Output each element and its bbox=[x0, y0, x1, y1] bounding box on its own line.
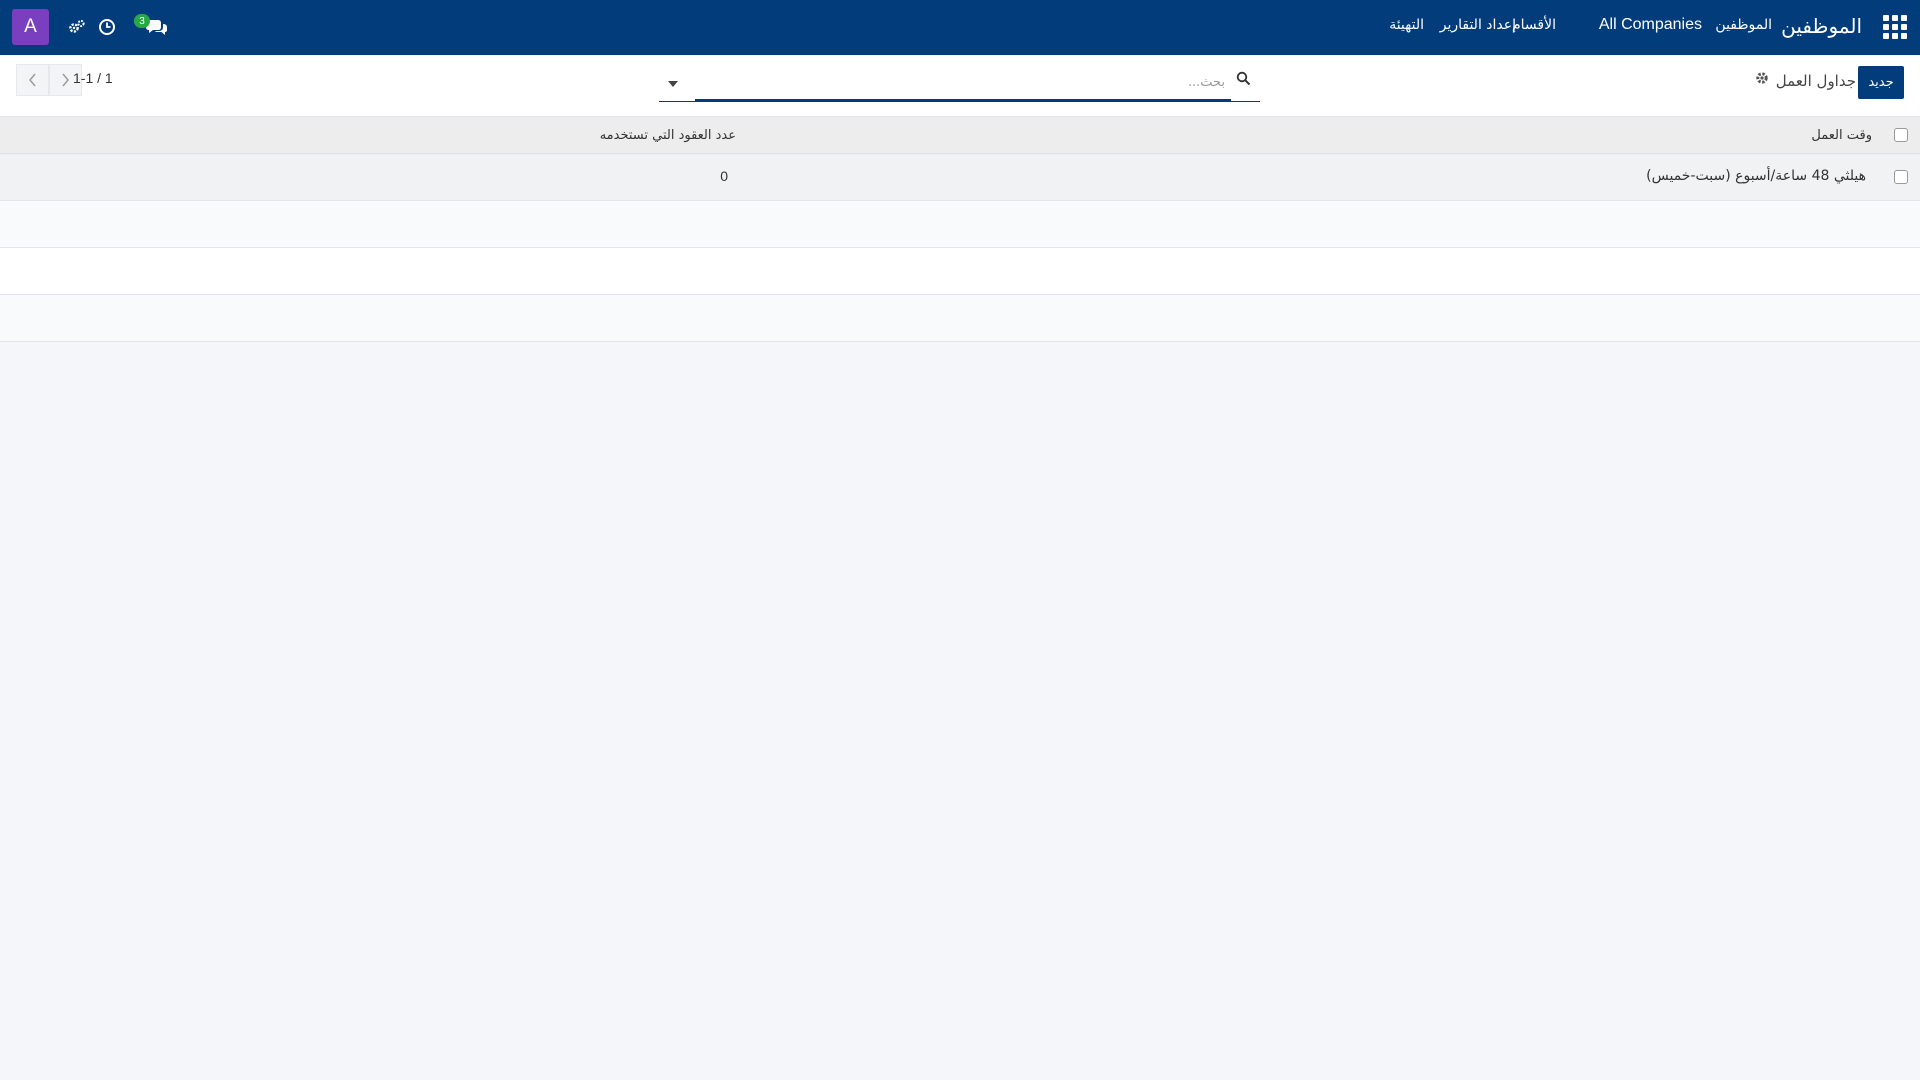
contracts-count-value: 0 bbox=[720, 168, 728, 184]
search-bar bbox=[659, 65, 1260, 102]
empty-row bbox=[0, 295, 1920, 342]
control-panel: جديد جداول العمل 1-1 / 1 bbox=[0, 55, 1920, 117]
gear-icon[interactable] bbox=[1755, 71, 1771, 87]
top-navbar: الموظفين الموظفين All Companies الأقسام … bbox=[0, 0, 1920, 55]
search-input[interactable] bbox=[695, 69, 1225, 95]
settings-icon[interactable] bbox=[66, 16, 88, 38]
column-header-working-time[interactable]: وقت العمل bbox=[1811, 128, 1872, 143]
select-all-checkbox[interactable] bbox=[1894, 128, 1908, 142]
search-icon bbox=[1236, 71, 1252, 87]
menu-configuration[interactable]: التهيئة bbox=[1389, 17, 1424, 33]
app-title[interactable]: الموظفين bbox=[1781, 14, 1862, 38]
breadcrumb: جداول العمل bbox=[1775, 72, 1856, 90]
empty-row bbox=[0, 248, 1920, 295]
table-header: وقت العمل عدد العقود التي تستخدمه bbox=[0, 117, 1920, 154]
row-checkbox[interactable] bbox=[1894, 170, 1908, 184]
avatar-letter: A bbox=[24, 16, 37, 37]
search-input-underline bbox=[695, 99, 1231, 102]
empty-row bbox=[0, 201, 1920, 248]
messages-count-badge: 3 bbox=[134, 14, 150, 28]
table-row[interactable]: هيلثي 48 ساعة/أسبوع (سبت-خميس) 0 bbox=[0, 154, 1920, 201]
menu-reporting[interactable]: إعداد التقارير bbox=[1440, 17, 1516, 33]
menu-all-companies[interactable]: All Companies bbox=[1599, 16, 1702, 34]
new-button[interactable]: جديد bbox=[1858, 66, 1904, 99]
search-options-dropdown-icon[interactable] bbox=[667, 77, 679, 87]
pager-value[interactable]: 1-1 / 1 bbox=[73, 70, 113, 86]
working-time-name: هيلثي 48 ساعة/أسبوع (سبت-خميس) bbox=[1646, 168, 1866, 184]
menu-employees[interactable]: الموظفين bbox=[1715, 17, 1772, 33]
menu-departments[interactable]: الأقسام bbox=[1512, 17, 1556, 33]
column-header-contracts-count[interactable]: عدد العقود التي تستخدمه bbox=[600, 128, 736, 143]
apps-menu-icon[interactable] bbox=[1883, 15, 1907, 39]
clock-icon[interactable] bbox=[96, 16, 118, 38]
user-avatar[interactable]: A bbox=[12, 9, 49, 45]
pager-previous-button[interactable] bbox=[16, 64, 49, 96]
